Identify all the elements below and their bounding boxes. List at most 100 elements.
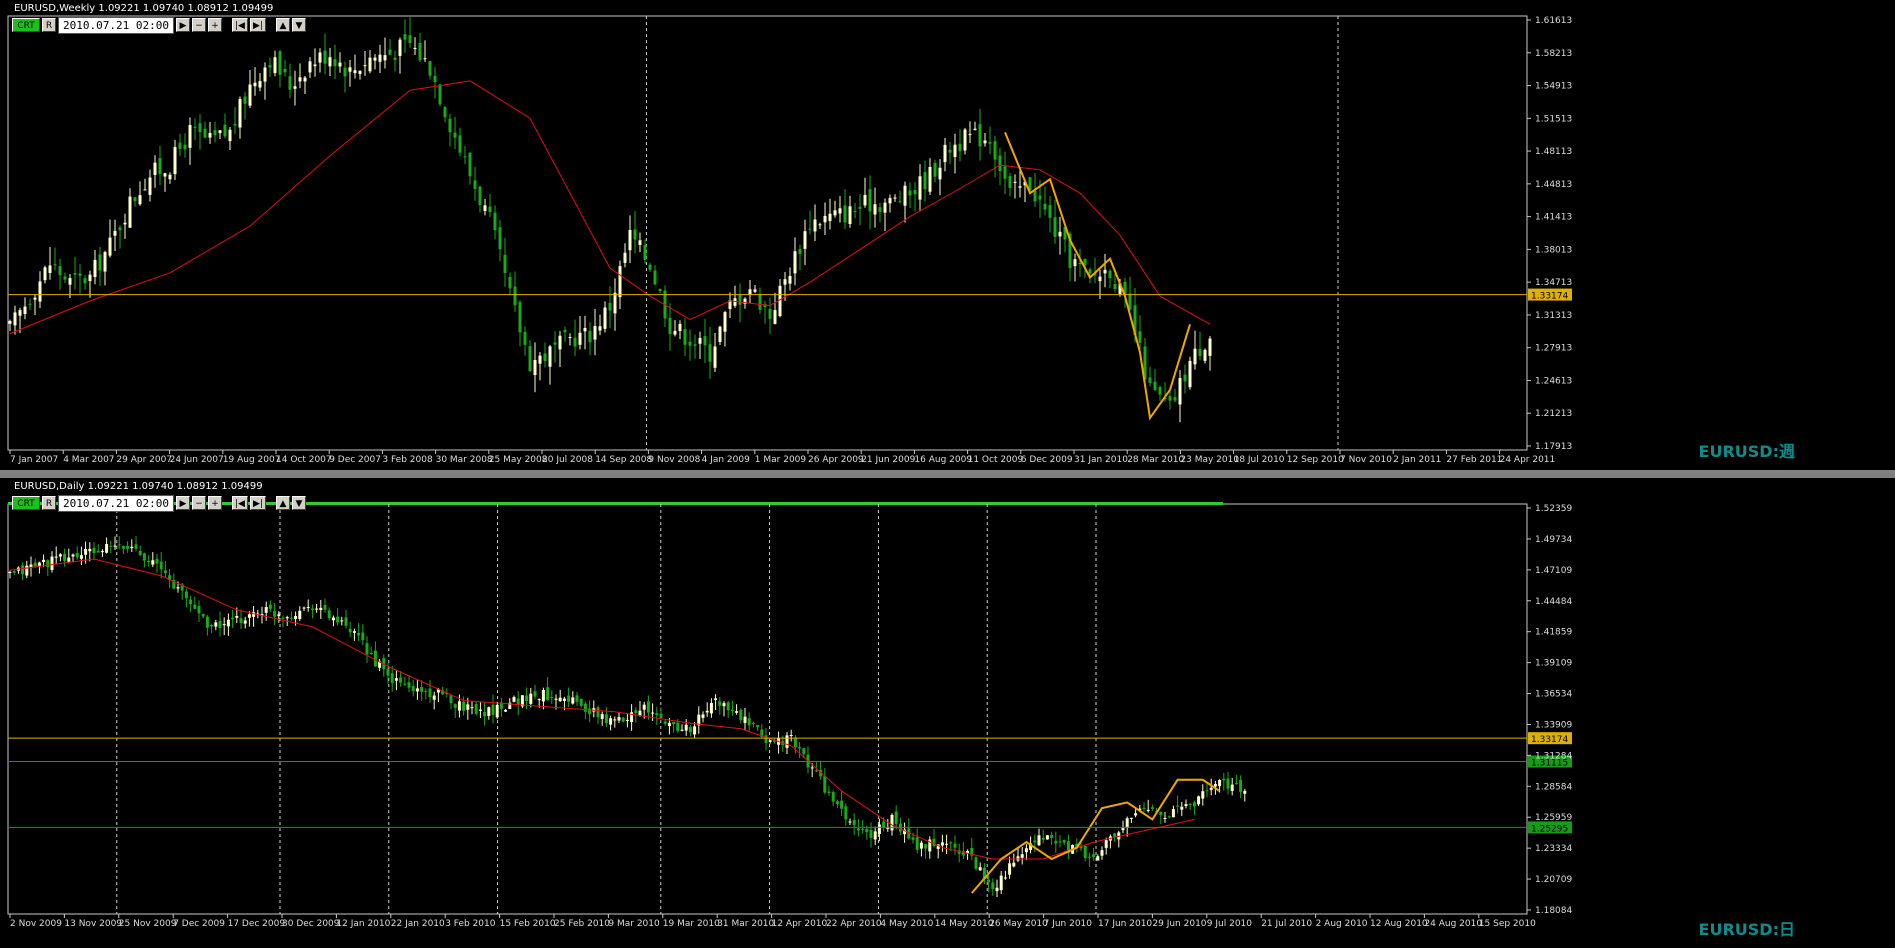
candle-body (653, 270, 657, 285)
candle-body (508, 276, 512, 289)
candle-body (239, 618, 243, 624)
candle-body (63, 276, 67, 280)
candle-body (411, 685, 415, 692)
candle-body (42, 559, 46, 563)
candle-body (153, 162, 157, 175)
candle-body (235, 615, 239, 618)
price-line-label: 1.33174 (1531, 735, 1568, 745)
candle-body (468, 152, 472, 177)
candle-body (848, 821, 852, 823)
candle-body (323, 604, 327, 610)
candle-body (1168, 396, 1172, 401)
plus-icon[interactable]: + (207, 496, 222, 510)
candle-body (258, 81, 262, 88)
date-tick-label: 24 Jun 2007 (170, 455, 224, 465)
candle-body (1239, 780, 1243, 792)
candle-body (118, 227, 122, 231)
candle-body (789, 734, 793, 736)
date-tick-label: 29 Jun 2010 (1152, 919, 1206, 929)
candle-body (1146, 809, 1150, 811)
candle-body (1138, 331, 1142, 343)
candle-body (298, 77, 302, 82)
date-tick-label: 27 Feb 2011 (1446, 455, 1502, 465)
weekly-crt-button[interactable]: CRT (12, 18, 40, 32)
arrow-down-icon[interactable]: ▼ (291, 496, 306, 510)
candle-body (878, 207, 882, 212)
candle-body (1193, 348, 1197, 365)
candle-body (319, 607, 323, 611)
candle-body (518, 302, 522, 333)
candle-body (390, 673, 394, 683)
play-icon[interactable]: ▶ (175, 18, 190, 32)
candle-body (603, 307, 607, 329)
candle-body (1222, 778, 1226, 781)
arrow-up-icon[interactable]: ▲ (275, 18, 290, 32)
candle-body (1053, 217, 1057, 237)
arrow-down-icon[interactable]: ▼ (291, 18, 306, 32)
candle-body (751, 722, 755, 724)
price-tick-label: 1.61613 (1535, 16, 1572, 26)
candle-body (428, 688, 432, 697)
candle-body (487, 707, 491, 716)
daily-chart-panel[interactable]: 1.33174 1.31115 1.25295 1.52359 1.49734 1.471… (0, 478, 1895, 948)
date-tick-label: 25 May 2008 (489, 455, 548, 465)
candle-body (433, 75, 437, 82)
candle-body (852, 819, 856, 826)
date-tick-label: 3 Feb 2008 (382, 455, 433, 465)
candle-body (827, 791, 831, 793)
candle-body (470, 707, 474, 709)
candle-body (863, 194, 867, 206)
candle-body (756, 725, 760, 727)
minus-icon[interactable]: − (191, 18, 206, 32)
daily-date-field[interactable]: 2010.07.21 02:00 (58, 494, 174, 512)
candle-body (604, 714, 608, 724)
candle-body (328, 57, 332, 67)
candle-body (336, 616, 340, 623)
candle-body (958, 143, 962, 152)
candle-body (983, 140, 987, 144)
chart-frame (7, 15, 1528, 451)
plus-icon[interactable]: + (207, 18, 222, 32)
candle-body (50, 556, 54, 570)
candle-body (1153, 381, 1157, 390)
weekly-r-button[interactable]: R (42, 18, 56, 32)
candle-body (588, 708, 592, 715)
daily-crt-button[interactable]: CRT (12, 496, 40, 510)
candle-body (1096, 856, 1100, 861)
candle-body (438, 84, 442, 105)
date-tick-label: 2 Jan 2011 (1393, 455, 1441, 465)
candle-body (203, 128, 207, 138)
candle-body (1087, 856, 1091, 858)
candle-body (457, 701, 461, 711)
candle-body (113, 230, 117, 236)
candle-body (550, 696, 554, 699)
candle-body (596, 707, 600, 718)
daily-r-button[interactable]: R (42, 496, 56, 510)
panel-divider[interactable] (0, 470, 1895, 478)
candle-body (1020, 854, 1024, 858)
candle-body (388, 49, 392, 55)
minus-icon[interactable]: − (191, 496, 206, 510)
candle-body (148, 177, 152, 195)
date-tick-label: 15 Sep 2010 (1479, 919, 1536, 929)
candle-body (583, 327, 587, 332)
weekly-chart-panel[interactable]: 1.33174 1.61613 1.58213 1.54913 1.51513 1.481… (0, 0, 1895, 470)
candle-body (210, 625, 214, 627)
candle-body (54, 556, 58, 558)
candle-body (378, 54, 382, 62)
candle-body (835, 801, 839, 805)
candle-body (155, 558, 159, 564)
candle-body (843, 205, 847, 223)
candle-body (142, 553, 146, 561)
jump-end-icon[interactable]: ▶| (249, 18, 266, 32)
jump-start-icon[interactable]: |◀ (231, 496, 248, 510)
play-icon[interactable]: ▶ (175, 496, 190, 510)
arrow-up-icon[interactable]: ▲ (275, 496, 290, 510)
candle-body (394, 678, 398, 681)
candle-body (703, 336, 707, 346)
jump-end-icon[interactable]: ▶| (249, 496, 266, 510)
candle-body (1158, 387, 1162, 395)
weekly-date-field[interactable]: 2010.07.21 02:00 (58, 16, 174, 34)
candle-body (386, 669, 390, 676)
jump-start-icon[interactable]: |◀ (231, 18, 248, 32)
